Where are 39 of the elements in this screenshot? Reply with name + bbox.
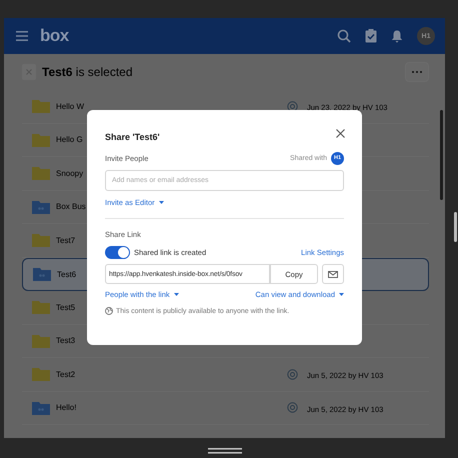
shared-link-toggle[interactable] <box>105 246 130 258</box>
window-edge-handle[interactable] <box>454 212 457 242</box>
file-name: Test7 <box>56 236 76 245</box>
email-button[interactable] <box>322 264 344 284</box>
file-name: Test5 <box>56 302 76 312</box>
bell-icon[interactable] <box>391 30 403 42</box>
close-icon <box>336 128 344 138</box>
caret-icon <box>174 293 179 296</box>
close-button[interactable] <box>334 127 346 139</box>
folder-icon <box>32 99 50 114</box>
folder-icon <box>32 367 50 382</box>
selection-title: Test6 is selected <box>42 65 132 79</box>
file-name: Hello W <box>56 102 84 111</box>
scrollbar[interactable] <box>440 110 443 200</box>
file-name: Snoopy <box>56 168 84 178</box>
folder-icon <box>32 132 50 147</box>
file-name: Hello! <box>56 403 76 412</box>
shared-folder-icon <box>32 400 50 415</box>
file-name: Test2 <box>56 370 76 379</box>
dialog-title: Share 'Test6' <box>105 132 161 142</box>
shared-folder-icon <box>32 200 50 214</box>
folder-icon <box>32 334 50 348</box>
file-name: Box Bus <box>56 202 86 212</box>
globe-icon <box>105 307 113 315</box>
clipboard-check-icon[interactable] <box>365 29 377 43</box>
file-name: Hello G <box>56 135 83 144</box>
folder-icon <box>32 233 50 248</box>
menu-icon[interactable] <box>16 31 28 41</box>
envelope-icon <box>328 270 338 278</box>
file-name: Test3 <box>56 336 76 346</box>
file-name: Test6 <box>57 270 76 279</box>
folder-icon <box>32 166 50 180</box>
shared-folder-icon <box>33 267 51 282</box>
logo[interactable]: box <box>40 26 69 46</box>
search-icon[interactable] <box>337 29 351 43</box>
caret-icon <box>339 293 344 296</box>
folder-icon <box>32 300 50 314</box>
drag-handle-icon[interactable] <box>208 448 242 454</box>
caret-icon <box>158 201 164 204</box>
